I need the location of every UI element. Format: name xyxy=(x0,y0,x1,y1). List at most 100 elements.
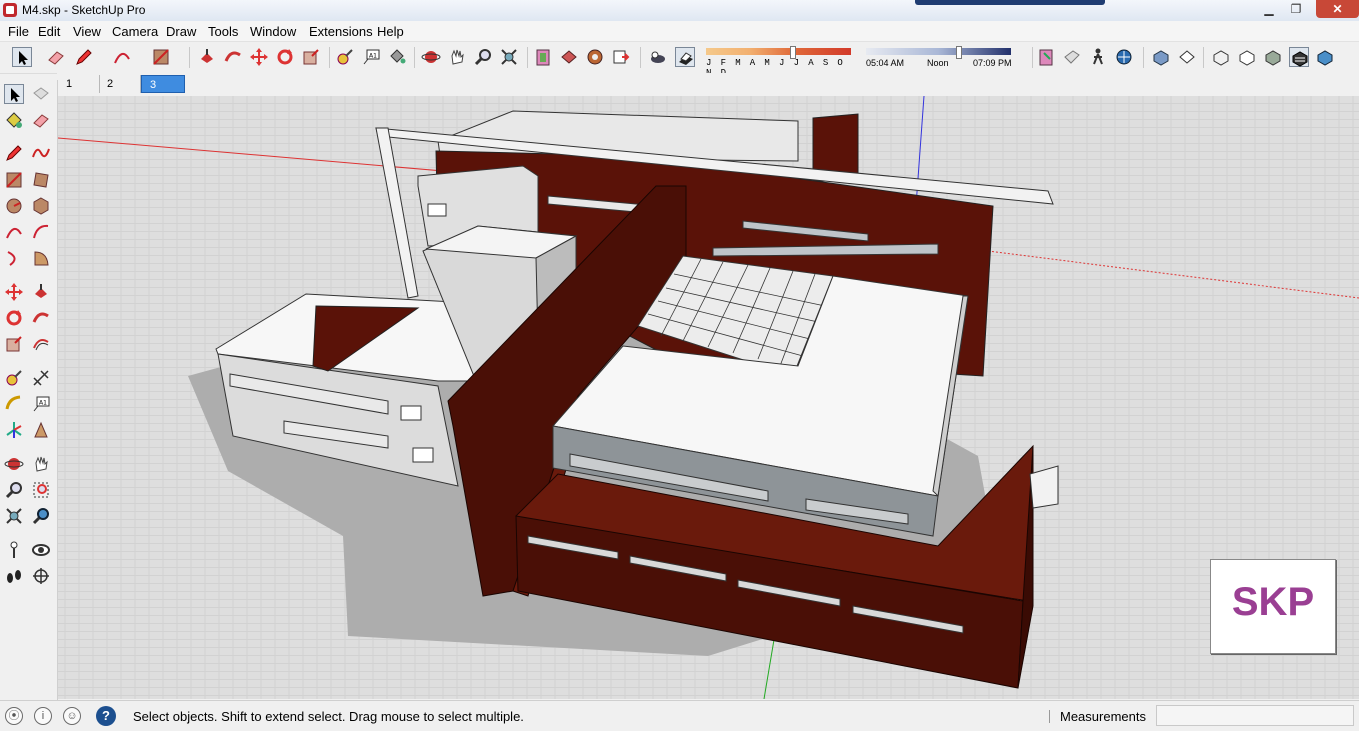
rectangle-icon[interactable] xyxy=(4,170,24,190)
toolbar-separator xyxy=(414,47,415,68)
shadow-time-slider[interactable]: 05:04 AM Noon 07:09 PM xyxy=(866,46,1016,70)
offset-icon[interactable] xyxy=(31,334,51,354)
pencil-icon[interactable] xyxy=(74,47,94,67)
shadow-month-slider[interactable]: J F M A M J J A S O N D xyxy=(706,46,854,78)
wireframe-style-icon[interactable] xyxy=(1237,47,1257,67)
scene-tab-2[interactable]: 2 xyxy=(99,75,141,93)
menu-tools[interactable]: Tools xyxy=(208,24,238,39)
textured-style-icon[interactable] xyxy=(1289,47,1309,67)
scale-icon[interactable] xyxy=(301,47,321,67)
eraser-icon[interactable] xyxy=(31,110,51,130)
text-icon[interactable]: A1 xyxy=(31,394,51,414)
measurements-input[interactable] xyxy=(1156,705,1354,726)
position-camera-icon[interactable] xyxy=(1114,47,1134,67)
view-top-icon[interactable] xyxy=(1177,47,1197,67)
shadows-settings-icon[interactable] xyxy=(648,47,668,67)
section-cut-icon[interactable] xyxy=(1062,47,1082,67)
circle-icon[interactable] xyxy=(4,196,24,216)
menu-help[interactable]: Help xyxy=(377,24,404,39)
pan-icon[interactable] xyxy=(31,454,51,474)
component-icon[interactable] xyxy=(31,84,51,104)
rotate-icon[interactable] xyxy=(4,308,24,328)
push-pull-icon[interactable] xyxy=(197,47,217,67)
push-pull-icon[interactable] xyxy=(31,282,51,302)
menu-window[interactable]: Window xyxy=(250,24,296,39)
select-tool-icon[interactable] xyxy=(12,47,32,67)
toolbar-separator xyxy=(1032,47,1033,68)
menu-edit[interactable]: Edit xyxy=(38,24,60,39)
arc-icon[interactable] xyxy=(112,47,132,67)
tape-measure-icon[interactable] xyxy=(335,47,355,67)
minimize-button[interactable]: ▁ xyxy=(1256,0,1282,18)
pie-icon[interactable] xyxy=(31,248,51,268)
follow-me-icon[interactable] xyxy=(31,308,51,328)
walk-icon[interactable] xyxy=(1088,47,1108,67)
select-tool-icon[interactable] xyxy=(4,84,24,104)
two-point-arc-icon[interactable] xyxy=(31,222,51,242)
tape-measure-icon[interactable] xyxy=(4,368,24,388)
rectangle-icon[interactable] xyxy=(151,47,171,67)
walk-icon[interactable] xyxy=(4,566,24,586)
scene-tab-3[interactable]: 3 xyxy=(141,75,185,93)
move-icon[interactable] xyxy=(249,47,269,67)
sketchup-app-icon[interactable] xyxy=(3,3,17,17)
text-icon[interactable]: A1 xyxy=(361,47,381,67)
display-shadows-icon[interactable] xyxy=(675,47,695,67)
position-camera-icon[interactable] xyxy=(4,540,24,560)
close-button[interactable]: ✕ xyxy=(1316,0,1359,18)
send-to-layout-icon[interactable] xyxy=(611,47,631,67)
model-viewport[interactable]: SKP xyxy=(58,96,1359,699)
xray-style-icon[interactable] xyxy=(1211,47,1231,67)
3d-model-scene[interactable] xyxy=(58,96,1359,699)
follow-me-icon[interactable] xyxy=(223,47,243,67)
previous-view-icon[interactable] xyxy=(31,506,51,526)
rotate-icon[interactable] xyxy=(275,47,295,67)
measurements-label: Measurements xyxy=(1060,709,1146,724)
share-model-icon[interactable] xyxy=(559,47,579,67)
paint-bucket-icon[interactable] xyxy=(4,110,24,130)
scale-icon[interactable] xyxy=(4,334,24,354)
paint-bucket-icon[interactable] xyxy=(387,47,407,67)
three-point-arc-icon[interactable] xyxy=(4,248,24,268)
menu-file[interactable]: File xyxy=(8,24,29,39)
monochrome-style-icon[interactable] xyxy=(1315,47,1335,67)
user-account-icon[interactable]: ☺ xyxy=(63,707,81,725)
extension-warehouse-icon[interactable] xyxy=(585,47,605,67)
zoom-window-icon[interactable] xyxy=(31,480,51,500)
section-plane-icon[interactable] xyxy=(31,566,51,586)
scene-tab-1[interactable]: 1 xyxy=(58,75,100,93)
help-icon[interactable]: ? xyxy=(96,706,116,726)
axes-icon[interactable] xyxy=(4,420,24,440)
zoom-extents-icon[interactable] xyxy=(4,506,24,526)
shaded-style-icon[interactable] xyxy=(1263,47,1283,67)
polygon-icon[interactable] xyxy=(31,196,51,216)
menu-view[interactable]: View xyxy=(73,24,101,39)
move-icon[interactable] xyxy=(4,282,24,302)
time-slider-thumb[interactable] xyxy=(956,46,962,59)
zoom-icon[interactable] xyxy=(4,480,24,500)
pan-icon[interactable] xyxy=(447,47,467,67)
toolbar-separator xyxy=(1143,47,1144,68)
credits-info-icon[interactable]: i xyxy=(34,707,52,725)
freehand-icon[interactable] xyxy=(31,143,51,163)
dimension-icon[interactable] xyxy=(31,368,51,388)
arc-icon[interactable] xyxy=(4,222,24,242)
geo-location-icon[interactable]: ⦿ xyxy=(5,707,23,725)
restore-button[interactable]: ❐ xyxy=(1283,0,1309,18)
menu-camera[interactable]: Camera xyxy=(112,24,158,39)
zoom-icon[interactable] xyxy=(473,47,493,67)
orbit-icon[interactable] xyxy=(4,454,24,474)
menu-extensions[interactable]: Extensions xyxy=(309,24,373,39)
section-plane-icon[interactable] xyxy=(1036,47,1056,67)
look-around-icon[interactable] xyxy=(31,540,51,560)
menu-draw[interactable]: Draw xyxy=(166,24,196,39)
protractor-icon[interactable] xyxy=(4,394,24,414)
zoom-extents-icon[interactable] xyxy=(499,47,519,67)
3d-text-icon[interactable] xyxy=(31,420,51,440)
view-iso-icon[interactable] xyxy=(1151,47,1171,67)
rotated-rectangle-icon[interactable] xyxy=(31,170,51,190)
line-icon[interactable] xyxy=(4,143,24,163)
orbit-icon[interactable] xyxy=(421,47,441,67)
eraser-icon[interactable] xyxy=(46,47,66,67)
3d-warehouse-icon[interactable] xyxy=(533,47,553,67)
